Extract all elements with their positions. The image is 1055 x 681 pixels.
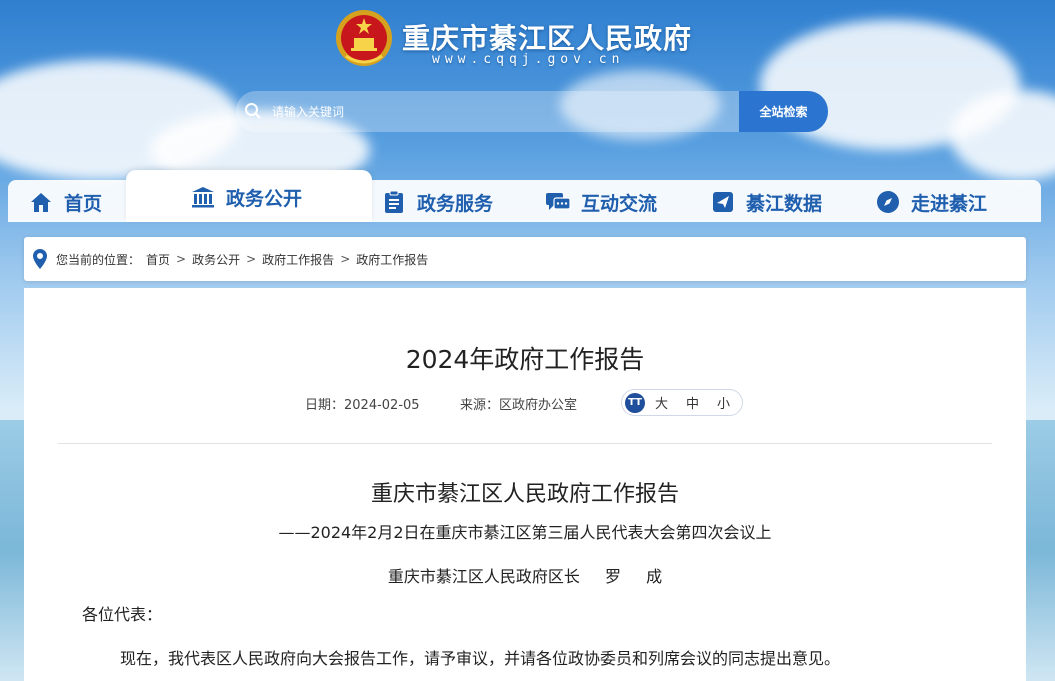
font-size-icon: TT — [625, 392, 645, 413]
report-author: 重庆市綦江区人民政府区长 罗 成 — [387, 567, 663, 586]
nav-item-label: 走进綦江 — [911, 192, 988, 215]
national-emblem-icon — [336, 10, 392, 66]
search-input[interactable] — [236, 91, 740, 132]
nav-item-about-qijiang[interactable]: 走进綦江 — [875, 181, 987, 223]
breadcrumb-link-work-report[interactable]: 政府工作报告 — [262, 251, 334, 268]
compass-icon — [875, 189, 901, 215]
font-size-large-button[interactable]: 大 — [655, 393, 668, 412]
report-heading: 重庆市綦江区人民政府工作报告 — [370, 482, 679, 507]
breadcrumb-current[interactable]: 政府工作报告 — [356, 251, 428, 268]
nav-item-label: 綦江数据 — [746, 192, 823, 215]
font-size-switcher: TT 大 中 小 — [621, 389, 743, 416]
nav-item-qijiang-data[interactable]: 綦江数据 — [710, 181, 822, 223]
breadcrumb-separator: > — [246, 252, 257, 266]
breadcrumb: 您当前的位置： 首页 > 政务公开 > 政府工作报告 > 政府工作报告 — [24, 237, 1026, 281]
breadcrumb-prefix: 您当前的位置： — [56, 252, 141, 267]
nav-item-label: 政务服务 — [417, 192, 494, 215]
home-icon — [28, 189, 54, 215]
government-building-icon — [190, 184, 216, 210]
article-source: 来源：区政府办公室 — [460, 398, 578, 413]
nav-item-home[interactable]: 首页 — [28, 181, 102, 223]
report-greeting: 各位代表： — [82, 605, 163, 624]
nav-item-government-services[interactable]: 政务服务 — [381, 181, 493, 223]
font-size-small-button[interactable]: 小 — [717, 393, 730, 412]
font-size-medium-button[interactable]: 中 — [686, 393, 699, 412]
breadcrumb-link-government-affairs[interactable]: 政务公开 — [192, 251, 240, 268]
article-date: 日期：2024-02-05 — [305, 398, 420, 413]
breadcrumb-separator: > — [176, 252, 187, 266]
paper-plane-icon — [710, 189, 736, 215]
nav-item-label: 互动交流 — [581, 192, 658, 215]
site-title: 重庆市綦江区人民政府 — [402, 22, 693, 55]
search-bar: 全站检索 — [236, 91, 828, 132]
nav-item-government-affairs[interactable]: 政务公开 — [190, 176, 302, 218]
nav-item-label: 政务公开 — [226, 187, 303, 210]
report-paragraph: 现在，我代表区人民政府向大会报告工作，请予审议，并请各位政协委员和列席会议的同志… — [120, 649, 841, 668]
chat-icon — [545, 189, 571, 215]
nav-item-label: 首页 — [64, 192, 103, 215]
breadcrumb-link-home[interactable]: 首页 — [146, 251, 170, 268]
report-subheading: ——2024年2月2日在重庆市綦江区第三届人民代表大会第四次会议上 — [278, 523, 772, 542]
clipboard-icon — [381, 189, 407, 215]
breadcrumb-separator: > — [340, 252, 351, 266]
nav-item-interaction[interactable]: 互动交流 — [545, 181, 657, 223]
location-pin-icon — [33, 249, 47, 269]
site-search-button[interactable]: 全站检索 — [739, 91, 828, 132]
site-url: www.cqqj.gov.cn — [432, 52, 625, 67]
article-panel: 2024年政府工作报告 日期：2024-02-05 来源：区政府办公室 TT 大… — [24, 288, 1026, 681]
divider — [58, 443, 992, 444]
site-header: 重庆市綦江区人民政府 www.cqqj.gov.cn 全站检索 — [0, 0, 1055, 175]
article-title: 2024年政府工作报告 — [405, 345, 645, 374]
search-icon — [245, 103, 261, 119]
